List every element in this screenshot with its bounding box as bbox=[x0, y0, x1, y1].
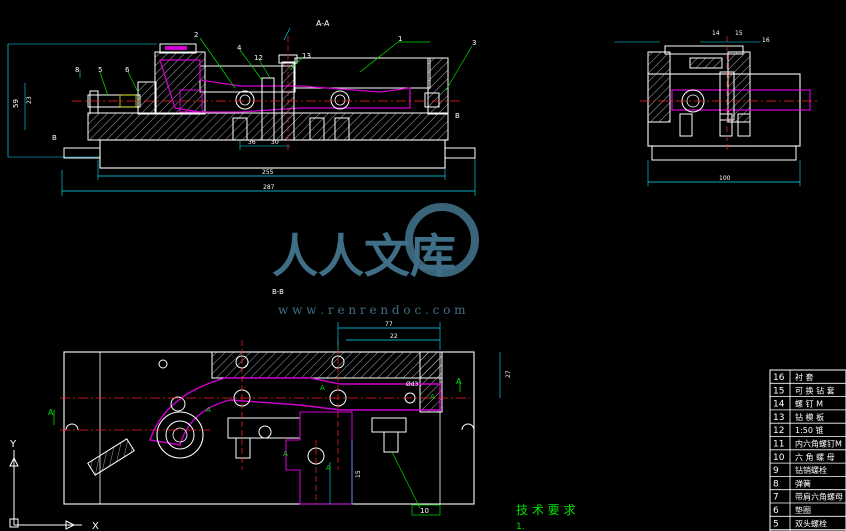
parts-table-item-number: 15 bbox=[773, 386, 784, 396]
hole-note: Ød3 bbox=[406, 381, 419, 388]
callout-5: 5 bbox=[98, 66, 102, 74]
parts-table-item-number: 11 bbox=[773, 440, 784, 450]
callout-3: 3 bbox=[472, 39, 476, 47]
section-mark-b-left: B bbox=[52, 134, 57, 142]
section-mark-a-3: A bbox=[206, 406, 211, 414]
section-mark-a-2: A bbox=[456, 377, 462, 386]
parts-table-item-name: 可 换 钻 套 bbox=[795, 385, 835, 395]
parts-table-item-number: 5 bbox=[773, 519, 779, 529]
parts-table-item-number: 12 bbox=[773, 426, 784, 436]
section-aa-label: A-A bbox=[316, 19, 330, 28]
dim-30: 30 bbox=[271, 139, 279, 146]
callout-13: 13 bbox=[302, 52, 311, 60]
dim-255: 255 bbox=[262, 169, 274, 176]
parts-table-item-number: 14 bbox=[773, 400, 785, 410]
dim-plan-27: 27 bbox=[505, 370, 512, 378]
plan-view bbox=[53, 322, 501, 516]
callout-12: 12 bbox=[254, 54, 263, 62]
ucs-x-label: X bbox=[92, 521, 99, 531]
section-mark-a-1: A bbox=[48, 408, 54, 417]
parts-table-item-name: 六 角 螺 母 bbox=[795, 452, 835, 462]
tech-requirements-title: 技 术 要 求 bbox=[516, 503, 575, 517]
dim-side-width: 100 bbox=[719, 175, 731, 182]
parts-table-item-number: 7 bbox=[773, 493, 779, 503]
callout-16: 16 bbox=[762, 37, 770, 44]
parts-table-item-name: 弹簧 bbox=[795, 478, 811, 488]
tech-requirements-line-1: 1. bbox=[516, 522, 525, 531]
dim-plan-77: 77 bbox=[385, 321, 393, 328]
callout-1: 1 bbox=[398, 35, 402, 43]
parts-table-item-name: 垫圈 bbox=[795, 505, 811, 515]
parts-table-item-number: 8 bbox=[773, 479, 779, 489]
callout-15: 15 bbox=[735, 30, 743, 37]
side-view bbox=[614, 36, 820, 186]
front-view bbox=[7, 27, 476, 196]
parts-table-item-name: 1:50 锥 bbox=[795, 425, 824, 435]
parts-table-item-number: 13 bbox=[773, 413, 784, 423]
parts-table-item-name: 内六角螺钉M bbox=[795, 439, 842, 449]
parts-table-item-name: 钻 模 板 bbox=[795, 412, 824, 422]
cad-drawing: A-A 59 23 255 287 36 30 2 4 12 13 1 3 5 … bbox=[7, 19, 846, 531]
parts-table-item-name: 双头螺栓 bbox=[795, 518, 827, 528]
watermark-url: w w w . r e n r e n d o c . c o m bbox=[278, 303, 466, 317]
parts-table-item-name: 带肩六角螺母 bbox=[795, 492, 843, 502]
ucs-icon bbox=[9, 450, 82, 530]
parts-table-item-number: 9 bbox=[773, 466, 779, 476]
dim-left-height: 59 bbox=[12, 99, 20, 108]
parts-table-item-number: 6 bbox=[773, 506, 779, 516]
section-bb-label: B-B bbox=[272, 288, 284, 296]
callout-2: 2 bbox=[194, 31, 198, 39]
ucs-y-label: Y bbox=[9, 439, 17, 450]
dim-plan-15: 15 bbox=[355, 470, 362, 478]
dim-side-small: 23 bbox=[26, 96, 33, 104]
section-mark-b-right: B bbox=[455, 112, 460, 120]
parts-table-item-name: 衬 套 bbox=[795, 372, 814, 382]
dim-287: 287 bbox=[263, 184, 275, 191]
callout-10: 10 bbox=[420, 507, 429, 515]
section-mark-a-6: A bbox=[430, 393, 435, 401]
callout-14: 14 bbox=[712, 30, 720, 37]
dim-36: 36 bbox=[248, 139, 256, 146]
parts-table-item-number: 10 bbox=[773, 453, 785, 463]
section-mark-a-7: A bbox=[326, 464, 331, 472]
parts-table: 16 衬 套 15 可 换 钻 套 14 螺 钉 M 13 钻 模 板 12 1:50 锥 11 内六… bbox=[769, 369, 846, 531]
parts-table-item-number: 16 bbox=[773, 373, 785, 383]
watermark-text: 人人文库 bbox=[272, 229, 456, 283]
parts-table-item-name: 钻销螺栓 bbox=[795, 465, 827, 475]
section-mark-a-4: A bbox=[320, 384, 325, 392]
section-mark-a-5: A bbox=[283, 450, 288, 458]
callout-8: 8 bbox=[75, 66, 79, 74]
callout-6: 6 bbox=[125, 66, 130, 74]
dim-plan-22: 22 bbox=[390, 333, 398, 340]
parts-table-item-name: 螺 钉 M bbox=[795, 399, 823, 409]
callout-4: 4 bbox=[237, 44, 242, 52]
